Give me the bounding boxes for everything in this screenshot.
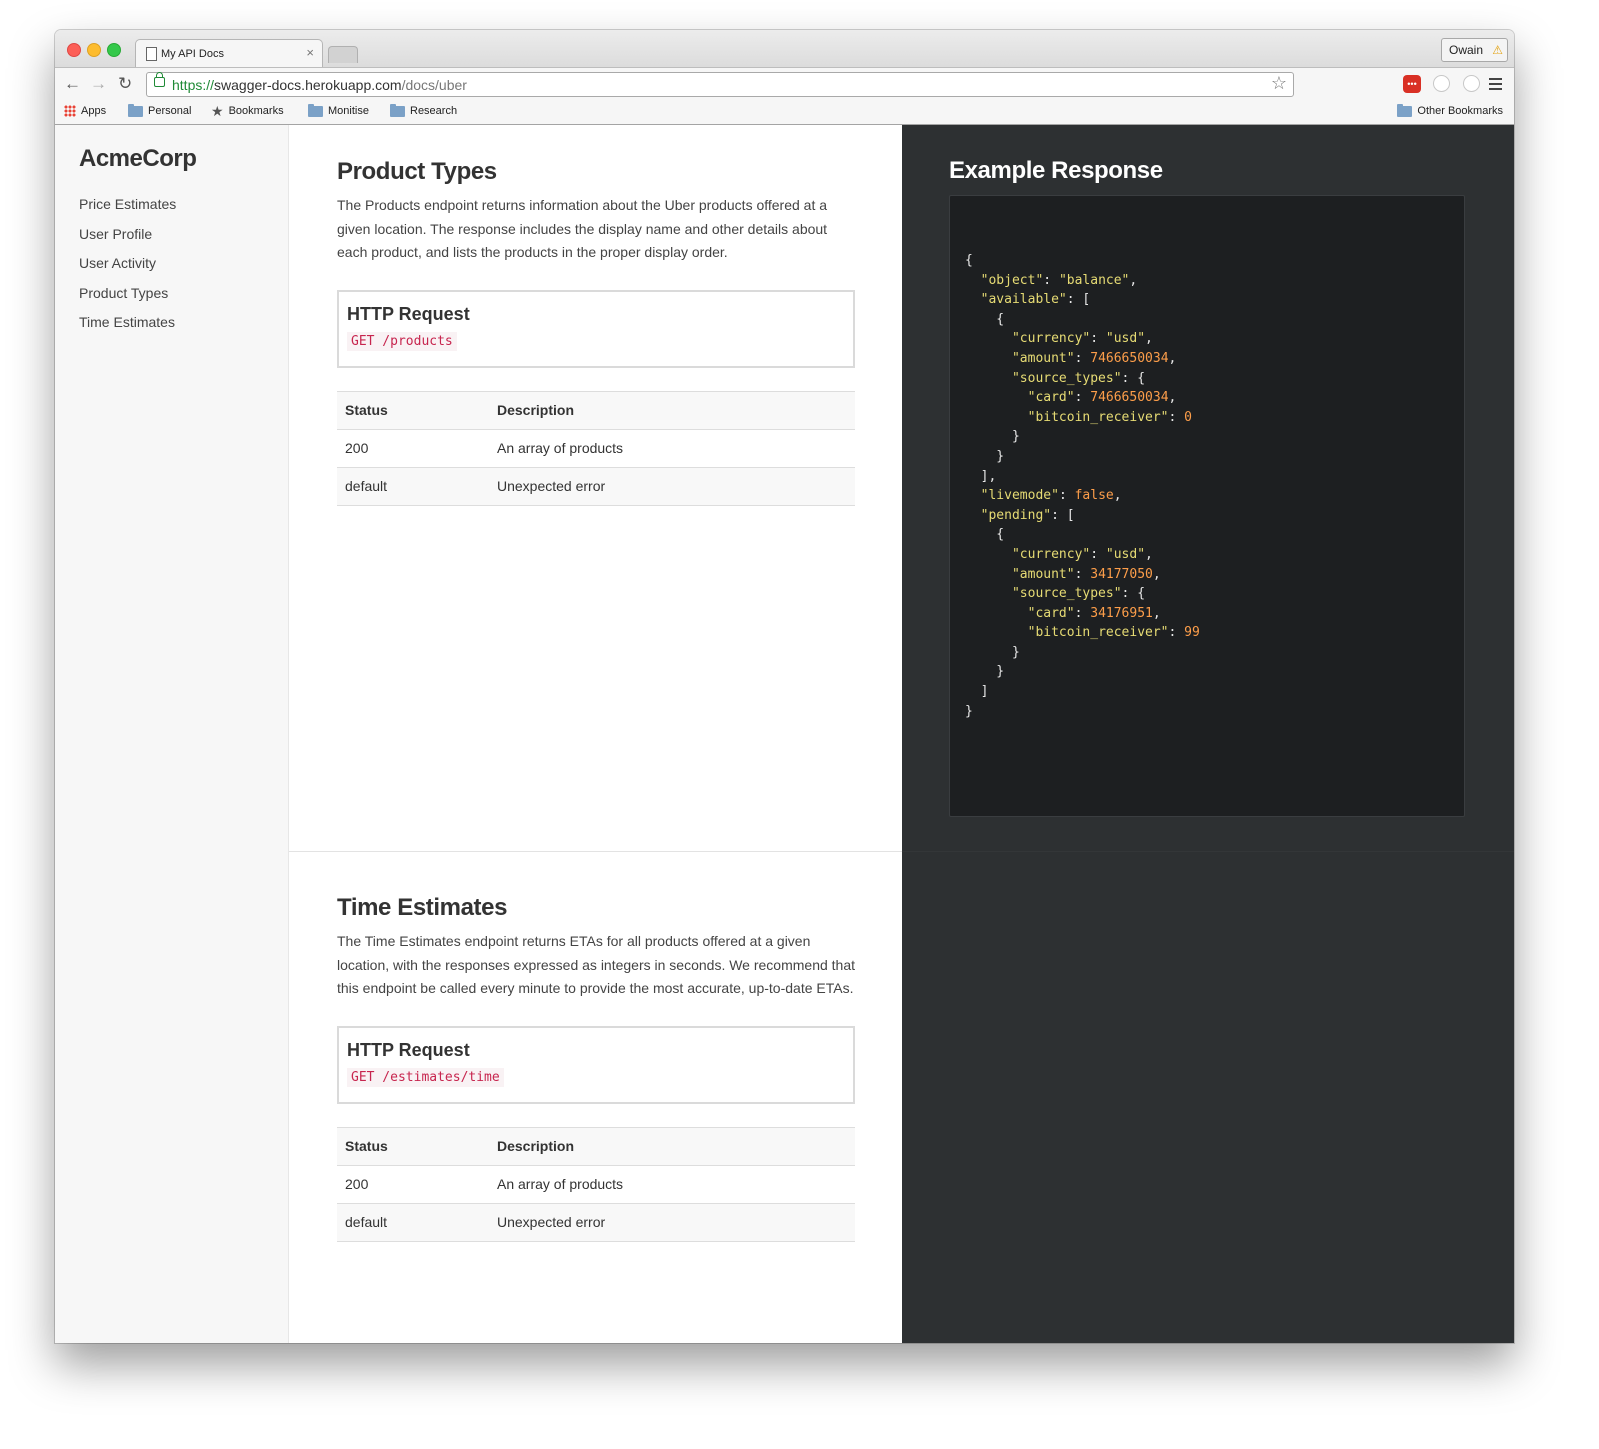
http-request-title: HTTP Request [347,303,470,324]
sidebar-item-user-profile[interactable]: User Profile [79,226,176,256]
column-header-description: Description [489,390,855,429]
main-content: Product Types The Products endpoint retu… [289,125,902,1343]
browser-window: My API Docs × Owain ⚠ ← → ↻ https://swag… [55,30,1514,1343]
sidebar-item-price-estimates[interactable]: Price Estimates [79,196,176,226]
profile-name: Owain [1449,43,1484,57]
extension-circle-icon[interactable] [1433,75,1450,92]
bookmark-monitise[interactable]: Monitise [308,103,369,117]
column-header-status: Status [337,390,489,429]
url-text: https://swagger-docs.herokuapp.com/docs/… [172,77,467,93]
document-icon [146,47,157,61]
example-json-code: { "object": "balance", "available": [ { … [965,253,1200,719]
table-row: default Unexpected error [337,1202,855,1242]
reload-icon[interactable]: ↻ [118,74,132,94]
bookmarks-bar: Apps Personal ★ Bookmarks Monitise Resea… [55,100,1514,125]
request-endpoint: GET /products [347,331,457,351]
description-cell: An array of products [489,1164,855,1203]
section-title: Time Estimates [337,894,508,921]
column-header-description: Description [489,1126,855,1165]
example-response-title: Example Response [949,157,1163,184]
http-request-box: HTTP Request GET /products [337,289,855,368]
sidebar-item-time-estimates[interactable]: Time Estimates [79,314,176,344]
brand-title: AcmeCorp [79,145,197,172]
folder-icon [308,103,323,117]
table-row: 200 An array of products [337,428,855,467]
status-cell: 200 [337,428,489,467]
description-cell: Unexpected error [489,466,855,506]
section-description: The Products endpoint returns informatio… [337,197,828,260]
example-panel: Example Response { "object": "balance", … [902,125,1514,1343]
status-cell: default [337,1202,489,1242]
folder-icon [390,103,405,117]
section-description: The Time Estimates endpoint returns ETAs… [337,933,856,996]
new-tab-button[interactable] [328,46,358,63]
sidebar: AcmeCorp Price Estimates User Profile Us… [55,125,289,1343]
forward-arrow-icon[interactable]: → [90,74,107,94]
browser-tab[interactable]: My API Docs × [135,39,323,68]
section-divider [289,851,902,852]
table-header-row: Status Description [337,1126,855,1165]
menu-icon[interactable] [1489,78,1502,93]
lock-icon [154,72,165,87]
status-cell: 200 [337,1164,489,1203]
apps-grid-icon [64,105,76,117]
section-divider [902,851,1514,852]
extension-m-icon[interactable] [1463,75,1480,92]
column-header-status: Status [337,1126,489,1165]
back-arrow-icon[interactable]: ← [64,74,81,94]
minimize-window-button[interactable] [87,43,101,57]
tab-title: My API Docs [161,48,224,60]
warning-icon: ⚠ [1492,43,1503,57]
profile-button[interactable]: Owain ⚠ [1441,38,1508,62]
zoom-window-button[interactable] [107,43,121,57]
bookmark-personal[interactable]: Personal [128,103,191,117]
code-block: { "object": "balance", "available": [ { … [949,195,1465,817]
bookmark-apps[interactable]: Apps [64,105,106,117]
table-row: default Unexpected error [337,466,855,506]
bookmark-bookmarks[interactable]: ★ Bookmarks [211,102,284,119]
address-bar[interactable]: https://swagger-docs.herokuapp.com/docs/… [146,72,1294,97]
bookmark-star-icon[interactable]: ☆ [1271,73,1287,94]
browser-toolbar: ← → ↻ https://swagger-docs.herokuapp.com… [55,67,1514,101]
description-cell: An array of products [489,428,855,467]
sidebar-nav: Price Estimates User Profile User Activi… [79,196,176,344]
page-viewport: AcmeCorp Price Estimates User Profile Us… [55,125,1514,1343]
http-request-box: HTTP Request GET /estimates/time [337,1025,855,1104]
table-row: 200 An array of products [337,1164,855,1203]
description-cell: Unexpected error [489,1202,855,1242]
star-icon: ★ [211,102,224,119]
title-bar: My API Docs × Owain ⚠ [55,30,1514,68]
response-table: Status Description 200 An array of produ… [337,390,855,506]
bookmark-research[interactable]: Research [390,103,457,117]
section-time-estimates: Time Estimates The Time Estimates endpoi… [337,894,855,1242]
close-tab-icon[interactable]: × [306,45,314,60]
folder-icon [128,103,143,117]
sidebar-item-user-activity[interactable]: User Activity [79,255,176,285]
section-title: Product Types [337,158,497,185]
table-header-row: Status Description [337,390,855,429]
extension-icon[interactable]: ••• [1403,75,1421,93]
bookmark-other[interactable]: Other Bookmarks [1397,103,1503,117]
folder-icon [1397,103,1413,117]
sidebar-item-product-types[interactable]: Product Types [79,285,176,315]
close-window-button[interactable] [67,43,81,57]
http-request-title: HTTP Request [347,1039,470,1060]
request-endpoint: GET /estimates/time [347,1067,504,1087]
section-product-types: Product Types The Products endpoint retu… [337,158,855,506]
status-cell: default [337,466,489,506]
response-table: Status Description 200 An array of produ… [337,1126,855,1242]
